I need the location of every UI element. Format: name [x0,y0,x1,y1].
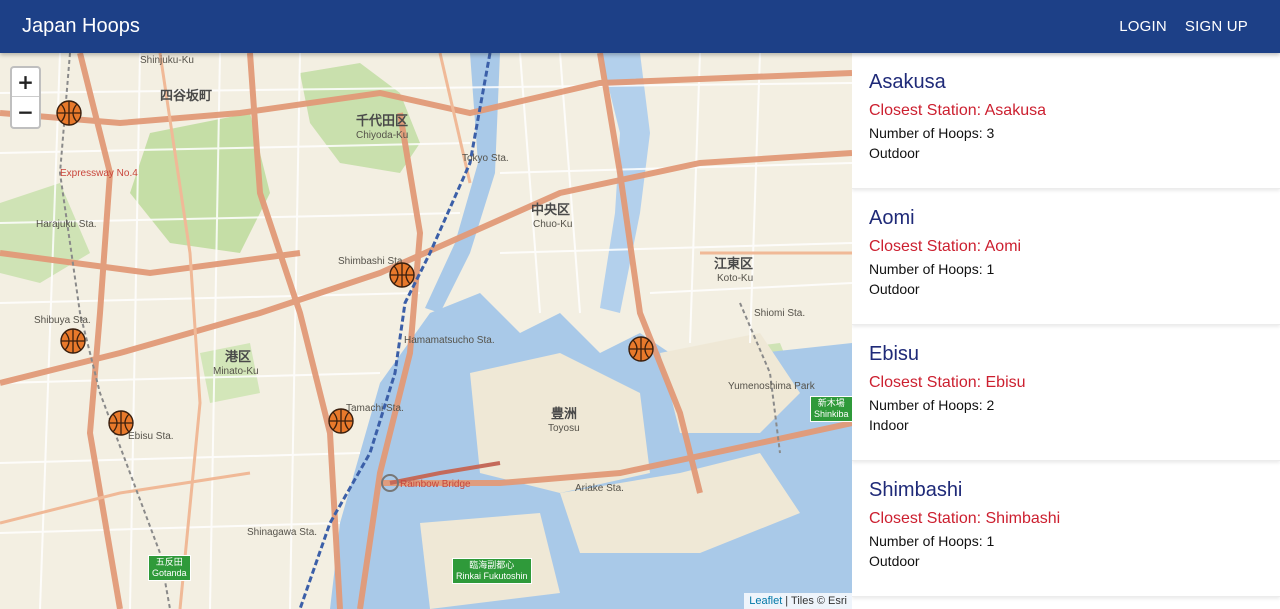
map-attribution: Leaflet | Tiles © Esri [744,593,852,609]
label-rainbow-bridge: Rainbow Bridge [400,479,471,490]
label-shiomi-sta: Shiomi Sta. [754,308,806,319]
label-yumenoshima: Yumenoshima Park [728,381,815,392]
app-brand[interactable]: Japan Hoops [22,15,140,38]
label-ebisu-sta: Ebisu Sta. [128,431,174,442]
basketball-icon[interactable] [60,328,86,354]
court-name: Ebisu [869,343,920,365]
court-card-ebisu[interactable]: Ebisu Closest Station: Ebisu Number of H… [852,325,1280,461]
basketball-icon[interactable] [56,100,82,126]
basketball-icon[interactable] [628,336,654,362]
court-type: Outdoor [869,553,920,569]
court-station: Closest Station: Aomi [869,238,1022,255]
label-hamamatsucho-sta: Hamamatsucho Sta. [404,335,495,346]
login-link[interactable]: LOGIN [1119,18,1167,35]
leaflet-link[interactable]: Leaflet [749,595,782,607]
court-type: Indoor [869,417,909,433]
court-station: Closest Station: Shimbashi [869,510,1061,527]
nav-links: LOGIN SIGN UP [1119,18,1248,35]
label-shinagawa-sta: Shinagawa Sta. [247,527,318,538]
label-harajuku-sta: Harajuku Sta. [36,219,97,230]
court-hoops: Number of Hoops: 2 [869,397,995,413]
zoom-in-button[interactable]: + [12,68,39,97]
court-station: Closest Station: Ebisu [869,374,1026,391]
court-card-asakusa[interactable]: Asakusa Closest Station: Asakusa Number … [852,53,1280,189]
basketball-icon[interactable] [389,262,415,288]
label-minato-jp: 港区 [225,349,252,364]
court-station: Closest Station: Asakusa [869,102,1046,119]
court-hoops: Number of Hoops: 1 [869,533,995,549]
court-name: Shimbashi [869,479,963,501]
top-navbar: Japan Hoops LOGIN SIGN UP [0,0,1280,53]
sign-gotanda: 五反田 Gotanda [148,555,191,581]
map-view[interactable]: 千代田区 Chiyoda-Ku 中央区 Chuo-Ku 江東区 Koto-Ku … [0,53,852,609]
attribution-text: | Tiles © Esri [782,595,847,607]
label-yotsuya: 四谷坂町 [160,88,213,103]
label-shinjuku-ku: Shinjuku-Ku [140,55,194,66]
court-name: Aomi [869,207,915,229]
sign-shinkiba: 新木場 Shinkiba [810,396,852,422]
label-minato-en: Minato-Ku [213,366,259,377]
label-chiyoda-en: Chiyoda-Ku [356,130,409,141]
label-tokyo-sta: Tokyo Sta. [462,153,509,164]
label-toyosu-jp: 豊洲 [551,406,578,421]
label-chiyoda-jp: 千代田区 [356,113,409,128]
court-card-shimbashi[interactable]: Shimbashi Closest Station: Shimbashi Num… [852,461,1280,597]
map-tiles [0,53,852,609]
court-type: Outdoor [869,281,920,297]
label-expressway: Expressway No.4 [60,168,138,179]
court-hoops: Number of Hoops: 3 [869,125,995,141]
label-ariake-sta: Ariake Sta. [575,483,624,494]
label-koto-jp: 江東区 [714,256,754,271]
label-chuo-en: Chuo-Ku [533,219,573,230]
court-card-aomi[interactable]: Aomi Closest Station: Aomi Number of Hoo… [852,189,1280,325]
zoom-control: + − [10,66,41,129]
basketball-icon[interactable] [328,408,354,434]
court-type: Outdoor [869,145,920,161]
court-list: Asakusa Closest Station: Asakusa Number … [852,53,1280,609]
sign-up-link[interactable]: SIGN UP [1185,18,1248,35]
sign-rinkai-fukutoshin: 臨海副都心 Rinkai Fukutoshin [452,558,532,584]
label-shibuya-sta: Shibuya Sta. [34,315,91,326]
court-name: Asakusa [869,71,946,93]
label-chuo-jp: 中央区 [531,202,571,217]
label-koto-en: Koto-Ku [717,273,754,284]
basketball-icon[interactable] [108,410,134,436]
court-hoops: Number of Hoops: 1 [869,261,995,277]
label-tamachi-sta: Tamachi Sta. [346,403,404,414]
zoom-out-button[interactable]: − [12,97,39,126]
label-toyosu-en: Toyosu [548,423,580,434]
